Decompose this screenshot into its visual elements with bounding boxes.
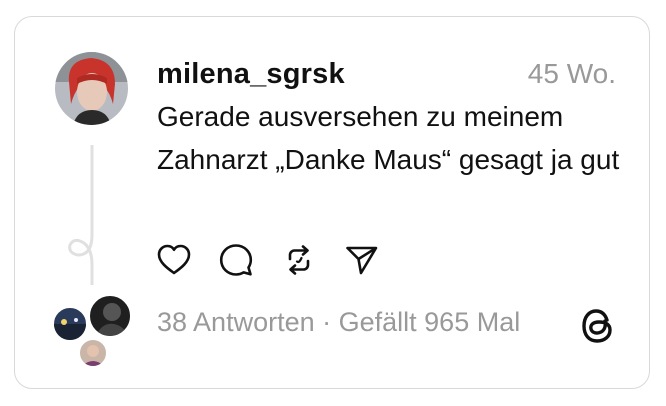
reply-button[interactable] (219, 243, 253, 277)
likes-link[interactable]: Gefällt 965 Mal (339, 307, 521, 337)
comment-bubble-icon (219, 244, 253, 276)
like-button[interactable] (157, 243, 191, 277)
stats-separator: · (314, 307, 339, 337)
send-icon (346, 246, 378, 275)
avatar[interactable] (55, 52, 128, 125)
reply-avatar (78, 338, 108, 368)
repost-icon (288, 245, 310, 275)
post-text: Gerade ausversehen zu meinem Zahnarzt „D… (157, 101, 620, 175)
reply-avatar (52, 306, 88, 342)
username[interactable]: milena_sgrsk (157, 57, 345, 91)
threads-logo-icon[interactable] (580, 306, 616, 346)
reply-avatars[interactable] (52, 294, 132, 368)
post-timestamp[interactable]: 45 Wo. (528, 57, 616, 91)
thread-line (68, 145, 94, 285)
heart-icon (157, 244, 191, 275)
replies-link[interactable]: 38 Antworten (157, 307, 315, 337)
share-button[interactable] (345, 243, 379, 277)
post-stats: 38 Antworten · Gefällt 965 Mal (157, 305, 520, 339)
reply-avatar (88, 294, 132, 338)
repost-button[interactable] (282, 243, 316, 277)
